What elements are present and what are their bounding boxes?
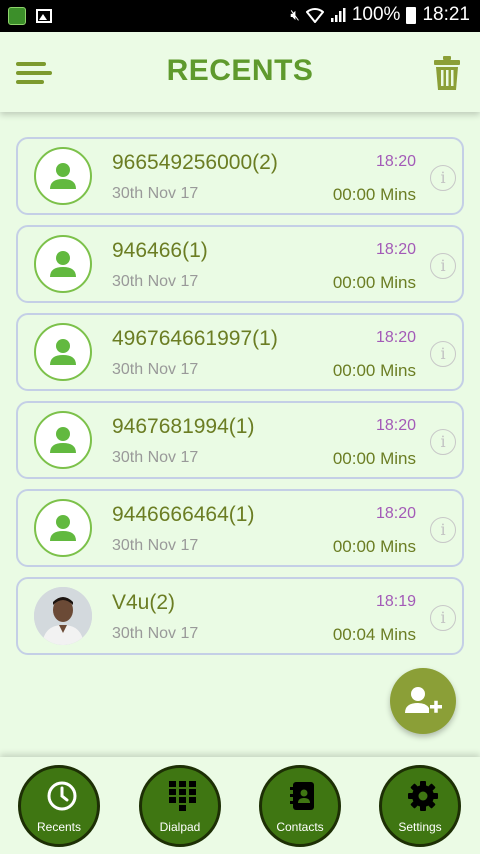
nav-recents[interactable]: Recents [18, 765, 100, 847]
nav-label: Dialpad [159, 820, 201, 834]
recent-calls-list: 966549256000(2) 30th Nov 17 18:20 00:00 … [16, 137, 464, 665]
status-bar: 🔇︎ 100% 18:21 [0, 0, 480, 32]
call-duration: 00:00 Mins [332, 449, 416, 468]
call-date: 30th Nov 17 [112, 273, 199, 290]
call-duration: 00:04 Mins [332, 625, 416, 644]
info-icon[interactable]: i [430, 253, 456, 279]
trash-icon[interactable] [434, 56, 460, 90]
app-header: RECENTS [0, 32, 480, 112]
info-icon[interactable]: i [430, 429, 456, 455]
caller-number: 966549256000(2) [112, 151, 278, 174]
call-duration: 00:00 Mins [332, 273, 416, 292]
info-icon[interactable]: i [430, 341, 456, 367]
nav-settings[interactable]: Settings [379, 765, 461, 847]
status-clock: 18:21 [422, 4, 470, 25]
nav-label: Contacts [276, 820, 324, 834]
default-user-icon [34, 147, 92, 205]
battery-percent: 100% [351, 4, 401, 25]
battery-icon [406, 6, 417, 24]
caller-number: 496764661997(1) [112, 327, 278, 350]
default-user-icon [34, 235, 92, 293]
call-time: 18:19 [375, 593, 416, 610]
call-date: 30th Nov 17 [112, 625, 199, 642]
caller-name: V4u(2) [112, 591, 176, 614]
call-date: 30th Nov 17 [112, 185, 199, 202]
call-time: 18:20 [375, 417, 416, 434]
default-user-icon [34, 499, 92, 557]
info-icon[interactable]: i [430, 605, 456, 631]
call-duration: 00:00 Mins [332, 537, 416, 556]
nav-contacts[interactable]: Contacts [259, 765, 341, 847]
dialpad-icon [169, 781, 196, 811]
call-date: 30th Nov 17 [112, 537, 199, 554]
call-time: 18:20 [375, 505, 416, 522]
nav-label: Recents [36, 820, 82, 834]
call-date: 30th Nov 17 [112, 361, 199, 378]
default-user-icon [34, 411, 92, 469]
call-list-item[interactable]: 496764661997(1) 30th Nov 17 18:20 00:00 … [16, 313, 464, 391]
default-user-icon [34, 323, 92, 381]
nav-label: Settings [398, 820, 442, 834]
signal-icon [330, 8, 346, 22]
call-list-item[interactable]: 946466(1) 30th Nov 17 18:20 00:00 Mins i [16, 225, 464, 303]
call-duration: 00:00 Mins [332, 185, 416, 204]
call-list-item[interactable]: 9446666464(1) 30th Nov 17 18:20 00:00 Mi… [16, 489, 464, 567]
caller-number: 9467681994(1) [112, 415, 255, 438]
call-time: 18:20 [375, 241, 416, 258]
call-list-item[interactable]: 9467681994(1) 30th Nov 17 18:20 00:00 Mi… [16, 401, 464, 479]
call-list-item[interactable]: 966549256000(2) 30th Nov 17 18:20 00:00 … [16, 137, 464, 215]
call-list-item[interactable]: V4u(2) 30th Nov 17 18:19 00:04 Mins i [16, 577, 464, 655]
bottom-navigation: Recents Dialpad Contacts Settings [0, 757, 480, 854]
caller-number: 946466(1) [112, 239, 208, 262]
call-time: 18:20 [375, 153, 416, 170]
app-notification-icon [8, 7, 26, 25]
add-contact-button[interactable] [390, 668, 456, 734]
contacts-book-icon [290, 782, 314, 810]
call-duration: 00:00 Mins [332, 361, 416, 380]
gear-icon [408, 781, 438, 811]
mute-icon: 🔇︎ [290, 6, 300, 24]
nav-dialpad[interactable]: Dialpad [139, 765, 221, 847]
image-notification-icon [36, 9, 52, 23]
call-time: 18:20 [375, 329, 416, 346]
info-icon[interactable]: i [430, 517, 456, 543]
page-title: RECENTS [166, 54, 314, 87]
call-date: 30th Nov 17 [112, 449, 199, 466]
wifi-icon [305, 8, 324, 23]
clock-icon [47, 781, 77, 811]
add-user-icon [405, 687, 442, 713]
caller-number: 9446666464(1) [112, 503, 255, 526]
contact-photo [34, 587, 92, 645]
info-icon[interactable]: i [430, 165, 456, 191]
